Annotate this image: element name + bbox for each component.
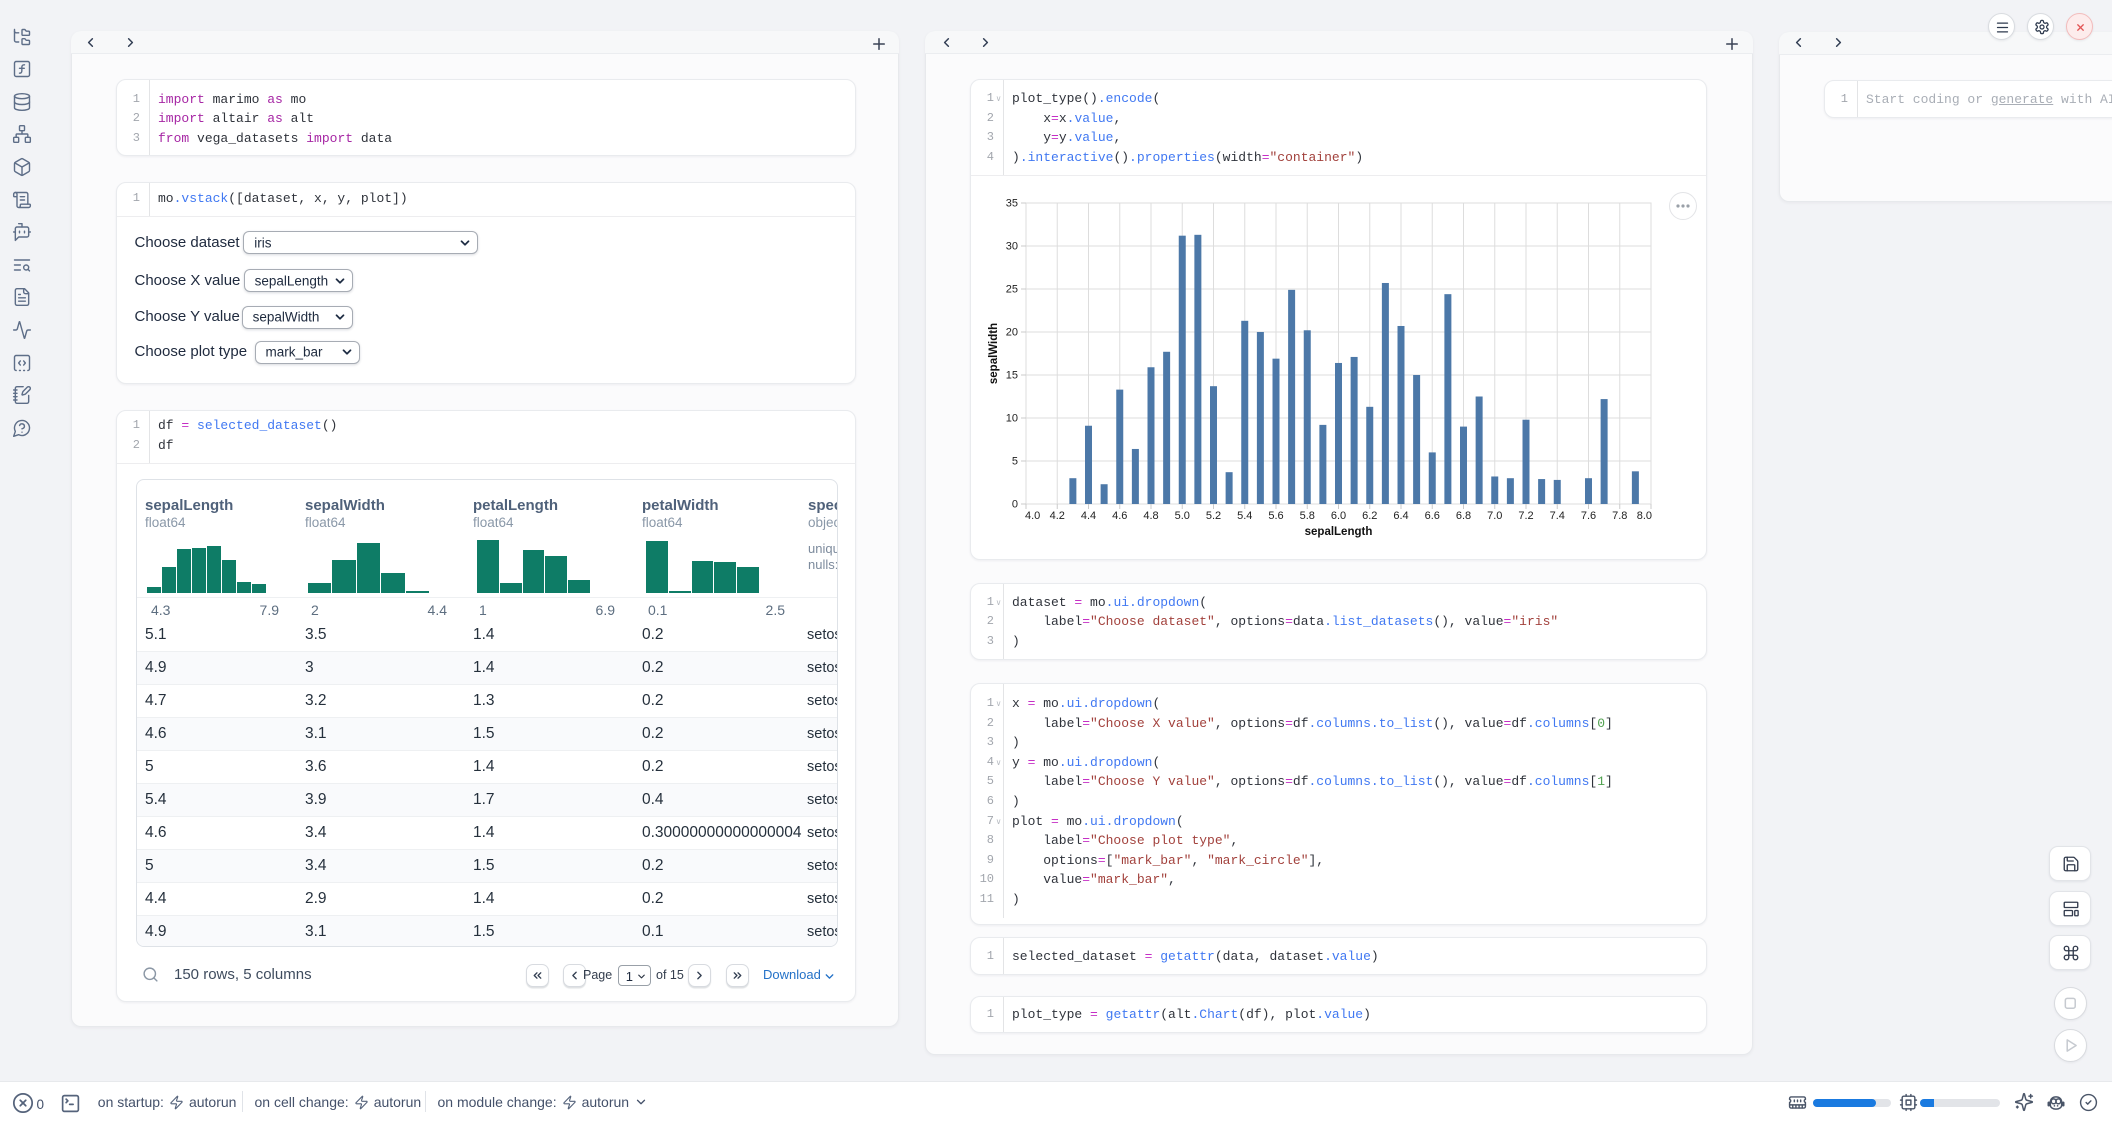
svg-text:8.0: 8.0	[1637, 510, 1652, 522]
svg-text:25: 25	[1006, 284, 1018, 296]
svg-text:5: 5	[1012, 456, 1018, 468]
svg-text:5.0: 5.0	[1175, 510, 1190, 522]
svg-text:4.2: 4.2	[1050, 510, 1065, 522]
svg-text:0: 0	[1012, 499, 1018, 511]
svg-text:4.4: 4.4	[1081, 510, 1096, 522]
svg-text:6.0: 6.0	[1331, 510, 1346, 522]
svg-text:sepalWidth: sepalWidth	[988, 323, 1000, 384]
svg-text:5.4: 5.4	[1237, 510, 1252, 522]
svg-text:7.6: 7.6	[1581, 510, 1596, 522]
svg-text:7.0: 7.0	[1487, 510, 1502, 522]
svg-text:4.8: 4.8	[1143, 510, 1158, 522]
svg-text:5.8: 5.8	[1300, 510, 1315, 522]
svg-text:5.2: 5.2	[1206, 510, 1221, 522]
svg-text:4.0: 4.0	[1025, 510, 1040, 522]
svg-text:6.4: 6.4	[1393, 510, 1408, 522]
svg-text:15: 15	[1006, 370, 1018, 382]
svg-text:35: 35	[1006, 198, 1018, 210]
svg-text:6.6: 6.6	[1425, 510, 1440, 522]
svg-text:6.8: 6.8	[1456, 510, 1471, 522]
svg-text:5.6: 5.6	[1268, 510, 1283, 522]
svg-text:30: 30	[1006, 241, 1018, 253]
svg-text:20: 20	[1006, 327, 1018, 339]
svg-text:6.2: 6.2	[1362, 510, 1377, 522]
svg-text:7.4: 7.4	[1550, 510, 1565, 522]
svg-text:7.2: 7.2	[1518, 510, 1533, 522]
svg-text:sepalLength: sepalLength	[1305, 526, 1373, 538]
svg-text:7.8: 7.8	[1612, 510, 1627, 522]
svg-text:10: 10	[1006, 413, 1018, 425]
svg-text:4.6: 4.6	[1112, 510, 1127, 522]
